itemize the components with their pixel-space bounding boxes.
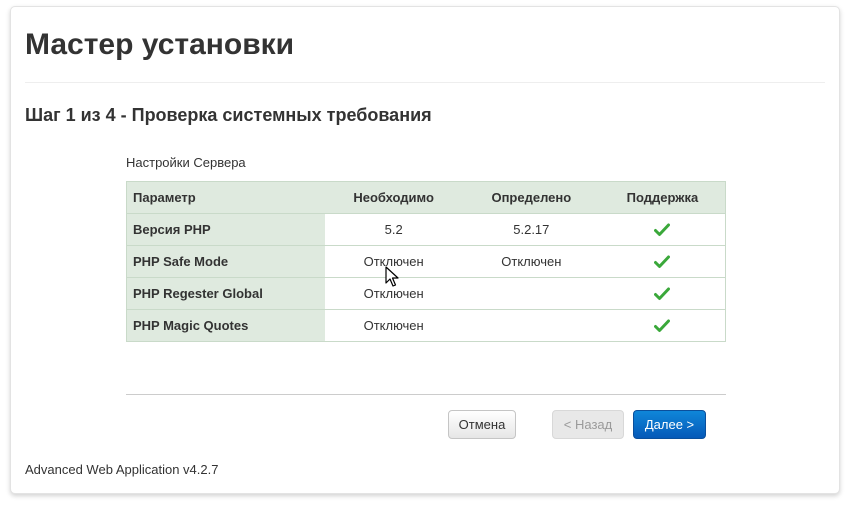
title-divider (25, 82, 825, 83)
actions-divider (126, 394, 726, 395)
param-name: PHP Regester Global (126, 277, 325, 310)
table-row: Версия PHP 5.2 5.2.17 (126, 213, 726, 246)
column-header-parameter: Параметр (126, 181, 325, 214)
next-button[interactable]: Далее > (633, 410, 706, 439)
server-settings-label: Настройки Сервера (126, 155, 246, 170)
required-value: 5.2 (324, 213, 463, 246)
column-header-supported: Поддержка (599, 181, 726, 214)
version-footer: Advanced Web Application v4.2.7 (25, 462, 219, 477)
cancel-button[interactable]: Отмена (448, 410, 516, 439)
table-header-row: Параметр Необходимо Определено Поддержка (126, 181, 726, 214)
installer-panel: Мастер установки Шаг 1 из 4 - Проверка с… (10, 6, 840, 494)
step-title: Шаг 1 из 4 - Проверка системных требован… (25, 105, 432, 125)
back-button[interactable]: < Назад (552, 410, 624, 439)
param-name: PHP Safe Mode (126, 245, 325, 278)
required-value: Отключен (324, 309, 463, 342)
detected-value: Отключен (462, 245, 600, 278)
table-row: PHP Safe Mode Отключен Отключен (126, 245, 726, 278)
check-icon (654, 255, 671, 269)
supported-cell (599, 245, 726, 278)
detected-value: 5.2.17 (462, 213, 600, 246)
supported-cell (599, 309, 726, 342)
detected-value (462, 309, 600, 342)
table-row: PHP Regester Global Отключен (126, 277, 726, 310)
column-header-detected: Определено (462, 181, 600, 214)
check-icon (654, 223, 671, 237)
check-icon (654, 319, 671, 333)
mouse-cursor-icon (385, 266, 399, 287)
table-row: PHP Magic Quotes Отключен (126, 309, 726, 342)
requirements-table: Параметр Необходимо Определено Поддержка… (126, 181, 726, 342)
column-header-required: Необходимо (324, 181, 463, 214)
check-icon (654, 287, 671, 301)
param-name: PHP Magic Quotes (126, 309, 325, 342)
supported-cell (599, 213, 726, 246)
param-name: Версия PHP (126, 213, 325, 246)
detected-value (462, 277, 600, 310)
supported-cell (599, 277, 726, 310)
page-title: Мастер установки (25, 28, 295, 61)
